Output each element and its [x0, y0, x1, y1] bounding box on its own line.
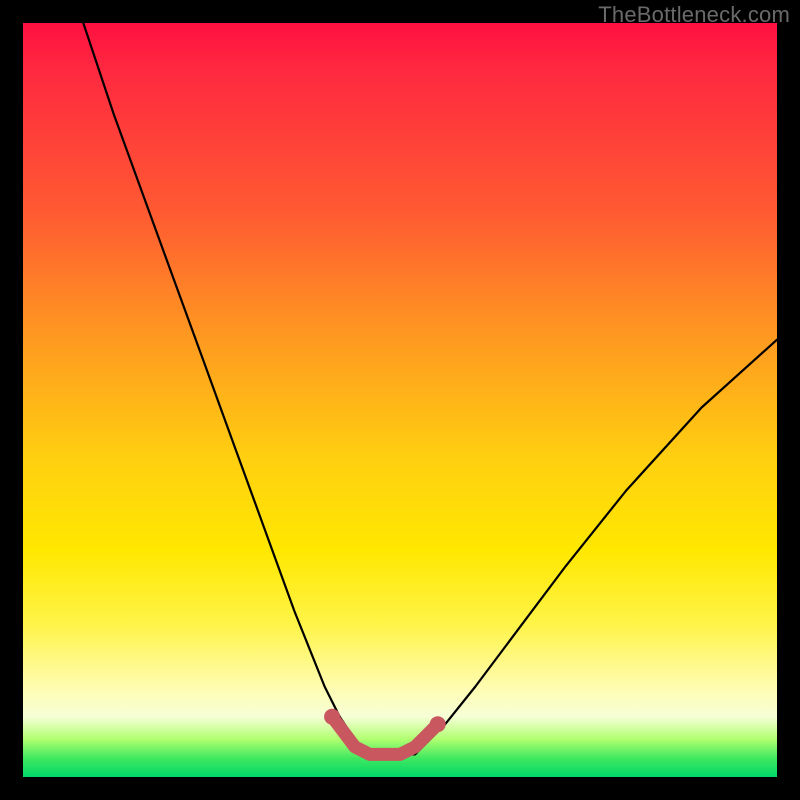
- plot-area: [23, 23, 777, 777]
- bottleneck-curve: [83, 23, 777, 754]
- optimal-region-highlight: [332, 717, 438, 755]
- accent-start-dot: [324, 709, 340, 725]
- accent-end-dot: [430, 716, 446, 732]
- chart-svg: [23, 23, 777, 777]
- watermark-text: TheBottleneck.com: [598, 2, 790, 28]
- curve-layer: [83, 23, 777, 754]
- outer-frame: TheBottleneck.com: [0, 0, 800, 800]
